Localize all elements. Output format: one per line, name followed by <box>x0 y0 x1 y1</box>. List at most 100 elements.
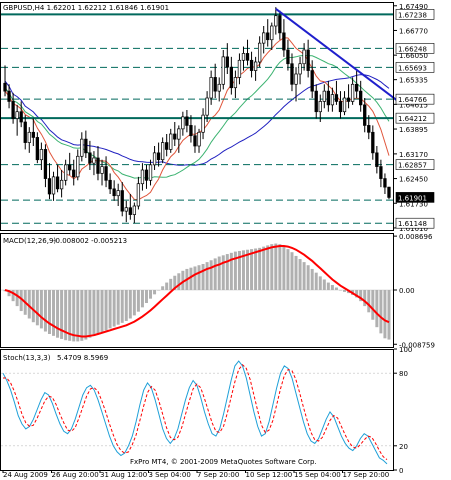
price-tick-label: 1.63170 <box>399 151 428 159</box>
candle-body <box>3 82 7 92</box>
macd-bar <box>343 290 347 292</box>
macd-bar <box>258 247 262 290</box>
candle-body <box>278 15 282 34</box>
candle-body <box>59 179 64 190</box>
macd-bar <box>140 290 144 308</box>
candle-body <box>257 42 262 63</box>
candle-body <box>245 53 250 61</box>
macd-bar <box>266 245 270 290</box>
candle-body <box>23 121 27 143</box>
candle-body <box>124 207 128 212</box>
candle-body <box>31 131 35 138</box>
candle-body <box>375 152 379 167</box>
candle-body <box>136 183 141 207</box>
macd-bar <box>100 290 104 333</box>
macd-bar <box>298 259 302 290</box>
macd-bar <box>294 255 298 290</box>
macd-bar <box>116 290 120 325</box>
macd-bar <box>39 290 43 329</box>
candle-body <box>249 59 254 71</box>
level-label: 1.61901 <box>398 194 427 202</box>
stoch-tick-label: 0 <box>399 467 403 475</box>
candle-body <box>19 111 23 123</box>
candle-body <box>116 190 120 197</box>
stoch-tick-label: 100 <box>399 346 412 354</box>
macd-bar <box>262 246 266 290</box>
macd-title: MACD(12,26,9) <box>3 237 56 245</box>
candle-body <box>209 77 213 99</box>
stoch-title: Stoch(13,3,3) <box>3 354 51 362</box>
candle-body <box>104 166 108 181</box>
candle-body <box>96 157 100 174</box>
candle-body <box>342 97 347 113</box>
candle-body <box>15 111 19 119</box>
candle-body <box>72 169 76 178</box>
candle-body <box>100 166 104 174</box>
stoch-values: 5.4709 8.5969 <box>57 354 108 362</box>
candle-body <box>35 137 40 161</box>
watermark: FxPro MT4, © 2001-2009 MetaQuotes Softwa… <box>130 458 317 466</box>
x-tick-label: 3 Sep 04:00 <box>149 471 191 479</box>
macd-bar <box>31 290 35 323</box>
macd-bar <box>278 244 282 290</box>
candle-body <box>193 135 197 147</box>
candle-body <box>217 83 221 92</box>
candle-body <box>152 152 157 166</box>
price-tick-label: 1.62450 <box>399 176 428 184</box>
candle-body <box>148 164 153 181</box>
level-label: 1.67238 <box>398 11 427 19</box>
candle-body <box>88 152 92 164</box>
macd-bar <box>221 255 225 290</box>
macd-bar <box>52 290 56 336</box>
candle-body <box>233 77 238 89</box>
candle-body <box>120 190 124 212</box>
candle-body <box>27 131 31 143</box>
candle-body <box>379 166 383 179</box>
macd-bar <box>157 290 161 291</box>
candle-body <box>383 178 387 188</box>
candle-body <box>241 53 246 61</box>
candle-body <box>354 83 359 92</box>
macd-bar <box>112 290 116 327</box>
macd-bar <box>72 290 76 342</box>
candle-body <box>132 205 137 215</box>
macd-bar <box>144 290 148 304</box>
macd-bar <box>132 290 136 316</box>
macd-bar <box>217 256 221 290</box>
macd-bar <box>84 290 88 340</box>
level-label: 1.66248 <box>398 45 427 53</box>
candle-body <box>363 104 367 126</box>
candle-body <box>185 116 189 126</box>
candle-body <box>80 138 84 157</box>
macd-bar <box>314 272 318 290</box>
candle-body <box>112 188 116 197</box>
stoch-tick-label: 20 <box>399 443 408 451</box>
macd-bar <box>169 278 173 290</box>
x-tick-label: 7 Sep 20:00 <box>197 471 239 479</box>
price-tick-label: 1.66770 <box>399 27 428 35</box>
x-tick-label: 24 Aug 2009 <box>3 471 48 479</box>
candle-body <box>338 101 343 113</box>
candle-body <box>156 152 161 161</box>
candle-body <box>144 169 149 181</box>
candle-body <box>221 56 225 85</box>
macd-bar <box>367 290 371 313</box>
macd-bar <box>124 290 128 321</box>
candle-body <box>225 56 229 68</box>
candle-body <box>371 131 375 154</box>
macd-bar <box>379 290 383 334</box>
candle-body <box>326 90 331 106</box>
macd-bar <box>193 266 197 290</box>
candle-body <box>160 142 165 161</box>
candle-body <box>108 179 112 190</box>
macd-tick-label: 0.008696 <box>399 233 433 241</box>
candle-body <box>322 90 326 102</box>
price-header: GBPUSD,H4 1.62201 1.62212 1.61846 1.6190… <box>3 4 169 12</box>
candle-body <box>47 178 52 195</box>
macd-bar <box>47 290 51 334</box>
candle-body <box>177 128 181 140</box>
macd-bar <box>282 246 286 290</box>
macd-bar <box>43 290 47 332</box>
candle-body <box>84 138 88 154</box>
candle-body <box>11 101 15 119</box>
